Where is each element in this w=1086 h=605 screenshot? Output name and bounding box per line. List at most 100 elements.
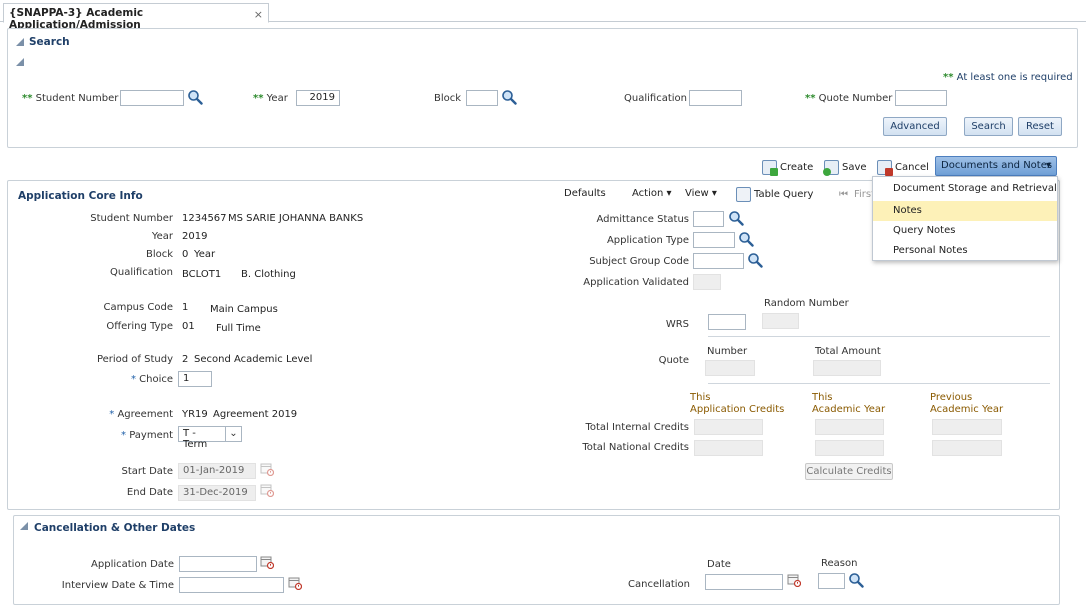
- student-number-input[interactable]: [120, 90, 184, 106]
- interview-date-time-label: Interview Date & Time: [61, 580, 174, 591]
- required-marker: **: [253, 93, 264, 104]
- search-icon[interactable]: [738, 231, 754, 247]
- start-date-input[interactable]: 01-Jan-2019: [178, 463, 256, 479]
- save-button[interactable]: Save: [842, 162, 867, 173]
- required-marker: **: [943, 72, 954, 83]
- close-icon[interactable]: ×: [254, 8, 263, 21]
- search-button[interactable]: Search: [964, 117, 1013, 136]
- divider: [708, 383, 1050, 384]
- this-academic-year-header: This Academic Year: [812, 392, 886, 415]
- search-icon[interactable]: [728, 210, 744, 226]
- choice-label: * Choice: [130, 374, 173, 385]
- internal-credits-this-app: [694, 419, 763, 435]
- year-input[interactable]: 2019: [296, 90, 340, 106]
- calendar-icon[interactable]: [260, 483, 274, 497]
- chevron-down-icon: ▾: [666, 188, 672, 199]
- start-date-label: Start Date: [121, 466, 173, 477]
- total-internal-credits-label: Total Internal Credits: [585, 422, 689, 433]
- national-credits-prev-year: [932, 440, 1002, 456]
- menu-item-notes[interactable]: Notes: [873, 201, 1057, 221]
- block-label: Block: [145, 249, 173, 260]
- total-amount-label: Total Amount: [815, 346, 881, 357]
- qualification-label: Qualification: [110, 267, 173, 278]
- campus-code-value: 1: [182, 302, 189, 313]
- period-of-study-desc: Second Academic Level: [194, 354, 313, 365]
- cancellation-date-input[interactable]: [705, 574, 783, 590]
- menu-item-personal-notes[interactable]: Personal Notes: [873, 241, 1057, 261]
- table-query-icon[interactable]: [736, 187, 751, 202]
- calendar-icon[interactable]: [260, 555, 274, 569]
- campus-desc: Main Campus: [210, 304, 278, 315]
- quote-number-input[interactable]: [895, 90, 947, 106]
- menu-item-document-storage[interactable]: Document Storage and Retrieval: [873, 179, 1057, 199]
- period-of-study-label: Period of Study: [96, 354, 173, 365]
- internal-credits-prev-year: [932, 419, 1002, 435]
- core-info-title: Application Core Info: [18, 190, 143, 202]
- application-type-input[interactable]: [693, 232, 735, 248]
- cancellation-reason-input[interactable]: [818, 573, 845, 589]
- calendar-icon[interactable]: [787, 573, 801, 587]
- required-asterisk: *: [121, 430, 127, 441]
- search-panel: Search ** At least one is required ** St…: [7, 28, 1078, 148]
- cancellation-title: Cancellation & Other Dates: [34, 522, 196, 534]
- random-number-label: Random Number: [764, 298, 849, 309]
- this-application-credits-header: This Application Credits: [690, 392, 785, 415]
- search-icon[interactable]: [501, 89, 517, 105]
- calendar-icon[interactable]: [260, 462, 274, 476]
- required-note-text: At least one is required: [956, 72, 1073, 83]
- table-query-button[interactable]: Table Query: [754, 189, 813, 200]
- collapse-triangle-icon[interactable]: [20, 522, 28, 530]
- tab-academic-application[interactable]: {SNAPPA-3} Academic Application/Admissio…: [3, 3, 269, 31]
- calendar-icon[interactable]: [288, 576, 302, 590]
- student-number-label: ** Student Number: [22, 93, 119, 104]
- block-input[interactable]: [466, 90, 498, 106]
- end-date-input[interactable]: 31-Dec-2019: [178, 485, 256, 501]
- chevron-down-icon: ▾: [711, 188, 717, 199]
- qualification-desc: B. Clothing: [241, 269, 296, 280]
- previous-academic-year-header: Previous Academic Year: [930, 392, 1004, 415]
- qualification-input[interactable]: [689, 90, 742, 106]
- documents-and-notes-button[interactable]: Documents and Notes ▾: [935, 156, 1057, 176]
- campus-code-label: Campus Code: [103, 302, 173, 313]
- documents-and-notes-menu: Document Storage and Retrieval Notes Que…: [872, 176, 1058, 261]
- application-date-input[interactable]: [179, 556, 257, 572]
- collapse-triangle-icon[interactable]: [16, 38, 24, 46]
- search-icon[interactable]: [187, 89, 203, 105]
- search-title: Search: [29, 36, 70, 48]
- payment-select[interactable]: T - Term ⌄: [178, 426, 242, 450]
- reason-label: Reason: [821, 558, 858, 569]
- year-value: 2019: [182, 231, 208, 242]
- qualification-code: BCLOT1: [182, 269, 222, 280]
- save-icon[interactable]: [823, 160, 839, 176]
- admittance-status-input[interactable]: [693, 211, 724, 227]
- create-button[interactable]: Create: [780, 162, 813, 173]
- application-type-label: Application Type: [606, 235, 689, 246]
- cancel-icon[interactable]: [877, 160, 893, 176]
- menu-item-query-notes[interactable]: Query Notes: [873, 221, 1057, 241]
- action-menu[interactable]: Action ▾: [632, 188, 672, 199]
- wrs-input[interactable]: [708, 314, 746, 330]
- chevron-down-icon: ▾: [1045, 160, 1051, 171]
- tab-bar: {SNAPPA-3} Academic Application/Admissio…: [0, 0, 1086, 31]
- wrs-label: WRS: [665, 319, 689, 330]
- search-icon[interactable]: [848, 572, 864, 588]
- chevron-down-icon[interactable]: ⌄: [225, 427, 241, 441]
- subject-group-code-input[interactable]: [693, 253, 744, 269]
- expand-triangle-icon[interactable]: [16, 58, 24, 66]
- first-icon[interactable]: ⏮: [839, 189, 848, 200]
- payment-label: * Payment: [121, 430, 173, 441]
- end-date-label: End Date: [126, 487, 173, 498]
- view-menu[interactable]: View ▾: [685, 188, 717, 199]
- defaults-menu[interactable]: Defaults: [564, 188, 606, 199]
- required-note: ** At least one is required: [943, 72, 1073, 83]
- choice-input[interactable]: 1: [178, 371, 212, 387]
- offering-type-desc: Full Time: [216, 323, 261, 334]
- quote-number-label: ** Quote Number: [805, 93, 893, 104]
- interview-date-time-input[interactable]: [179, 577, 284, 593]
- reset-button[interactable]: Reset: [1018, 117, 1062, 136]
- advanced-button[interactable]: Advanced: [883, 117, 947, 136]
- create-icon[interactable]: [762, 160, 778, 176]
- search-icon[interactable]: [747, 252, 763, 268]
- calculate-credits-button[interactable]: Calculate Credits: [805, 463, 893, 480]
- cancel-button[interactable]: Cancel: [895, 162, 929, 173]
